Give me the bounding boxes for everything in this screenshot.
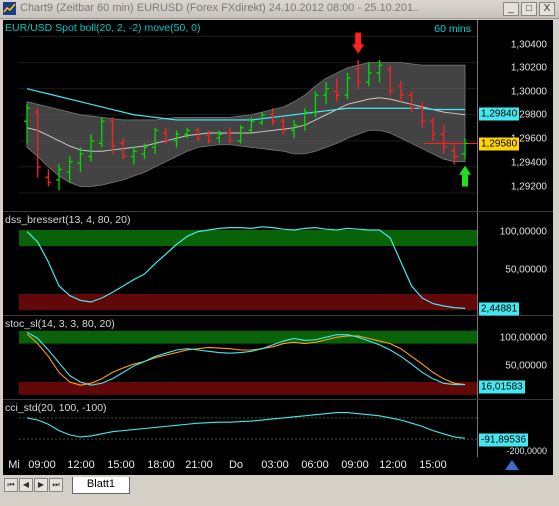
price-tick: 1,30200 — [510, 62, 547, 74]
time-label: 09:00 — [28, 459, 56, 471]
cci-tick: -200,0000 — [506, 446, 547, 456]
buy-arrow-icon — [459, 165, 471, 187]
time-label: 18:00 — [147, 459, 175, 471]
ma-value-box: 1,29840 — [479, 107, 520, 121]
dss-pane[interactable]: dss_bressert(13, 4, 80, 20) 100,00000 50… — [3, 212, 553, 316]
overbought-zone — [19, 230, 477, 246]
time-label: 15:00 — [419, 459, 447, 471]
sell-arrow-icon — [352, 32, 365, 54]
chart-area[interactable]: EUR/USD Spot boll(20, 2, -2) move(50, 0)… — [3, 20, 553, 475]
price-pane-label: EUR/USD Spot boll(20, 2, -2) move(50, 0) — [5, 22, 201, 34]
price-plot[interactable] — [19, 20, 477, 212]
time-label: Do — [228, 459, 244, 471]
next-sheet-button[interactable]: ▶ — [34, 478, 48, 492]
sheet-tab-bar: ⏮ ◀ ▶ ⏭ Blatt1 — [0, 476, 559, 506]
time-label: 09:00 — [341, 459, 369, 471]
stoc-axis[interactable]: 100,00000 50,00000 16,01583 — [477, 316, 553, 399]
maximize-button[interactable]: □ — [521, 2, 537, 16]
time-label: 12:00 — [67, 459, 95, 471]
dss-axis[interactable]: 100,00000 50,00000 2,44881 — [477, 212, 553, 316]
time-label: 15:00 — [107, 459, 135, 471]
cci-line — [26, 412, 466, 439]
cci-label: cci_std(20, 100, -100) — [5, 402, 107, 414]
time-axis[interactable]: Mi 09:00 12:00 15:00 18:00 21:00 Do 03:0… — [3, 457, 553, 474]
price-tick: 1,30400 — [510, 39, 547, 51]
stoc-value-box: 16,01583 — [479, 380, 525, 394]
stoc-label: stoc_sl(14, 3, 3, 80, 20) — [5, 318, 115, 330]
stoc-pane[interactable]: stoc_sl(14, 3, 3, 80, 20) 100,00000 50,0… — [3, 316, 553, 400]
title-bar: Chart9 (Zeitbar 60 min) EURUSD (Forex FX… — [0, 0, 559, 19]
cci-axis[interactable]: -91,89536 -200,0000 — [477, 400, 553, 457]
close-button[interactable]: X — [539, 2, 555, 16]
price-axis[interactable]: 1,30400 1,30200 1,30000 1,29800 1,29600 … — [477, 20, 553, 211]
price-tick: 1,29200 — [510, 181, 547, 193]
time-label: 12:00 — [379, 459, 407, 471]
price-tick: 1,30000 — [510, 86, 547, 98]
dss-tick: 50,00000 — [505, 264, 547, 276]
first-sheet-button[interactable]: ⏮ — [4, 478, 18, 492]
timeframe-label: 60 mins — [434, 23, 471, 35]
dss-tick: 100,00000 — [499, 226, 547, 238]
price-tick: 1,29400 — [510, 157, 547, 169]
stoc-tick: 100,00000 — [499, 332, 547, 344]
minimize-button[interactable]: _ — [503, 2, 519, 16]
time-label: 06:00 — [301, 459, 329, 471]
time-label: 21:00 — [185, 459, 213, 471]
cci-value-box: -91,89536 — [479, 433, 529, 447]
dss-label: dss_bressert(13, 4, 80, 20) — [5, 214, 131, 226]
prev-sheet-button[interactable]: ◀ — [19, 478, 33, 492]
last-price-box: 1,29580 — [479, 137, 520, 151]
cci-pane[interactable]: cci_std(20, 100, -100) -91,89536 -200,00… — [3, 400, 553, 457]
time-label: Mi — [8, 459, 20, 471]
sheet-tab-blatt1[interactable]: Blatt1 — [72, 477, 130, 494]
overbought-zone — [19, 330, 477, 344]
chart-app-icon — [3, 2, 16, 15]
dss-plot[interactable] — [19, 212, 477, 316]
time-label: 03:00 — [261, 459, 289, 471]
dss-value-box: 2,44881 — [479, 302, 520, 316]
window-title: Chart9 (Zeitbar 60 min) EURUSD (Forex FX… — [20, 2, 420, 14]
zoom-icon[interactable] — [505, 460, 519, 470]
stoc-tick: 50,00000 — [505, 360, 547, 372]
price-pane[interactable]: EUR/USD Spot boll(20, 2, -2) move(50, 0)… — [3, 20, 553, 212]
bollinger-band — [26, 62, 466, 187]
last-sheet-button[interactable]: ⏭ — [49, 478, 63, 492]
